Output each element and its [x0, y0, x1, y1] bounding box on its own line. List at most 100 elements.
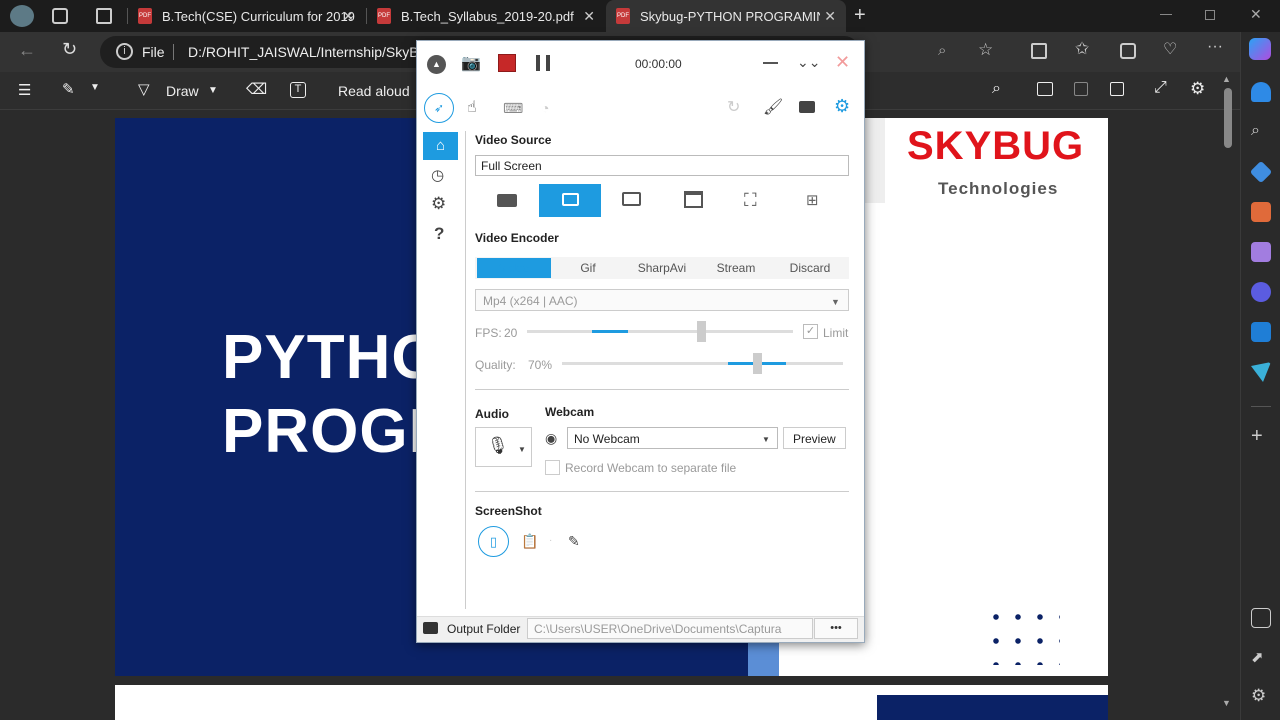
scroll-down-icon[interactable]: ▼: [1222, 698, 1231, 708]
close-tab-icon[interactable]: ✕: [824, 8, 836, 25]
expand-icon[interactable]: ⤢: [1154, 79, 1167, 97]
source-game-button[interactable]: ⊞: [806, 192, 819, 210]
new-tab-icon[interactable]: +: [854, 4, 866, 27]
more-menu-icon[interactable]: ···: [1207, 38, 1223, 56]
search-icon[interactable]: ⌕: [992, 80, 1001, 98]
encoder-tab-gif[interactable]: Gif: [551, 258, 625, 278]
info-icon[interactable]: i: [116, 43, 133, 60]
tab-skybug[interactable]: PDF Skybug-PYTHON PROGRAMING ✕: [606, 0, 846, 32]
settings-icon[interactable]: ⚙: [834, 97, 850, 115]
encoder-tab-sharpavi[interactable]: SharpAvi: [625, 258, 699, 278]
text-box-icon[interactable]: T: [290, 82, 306, 98]
limit-checkbox[interactable]: ✓: [803, 324, 818, 339]
fps-slider-fill: [592, 330, 628, 333]
quality-slider-track[interactable]: [562, 362, 843, 365]
eraser-icon[interactable]: ⌫: [246, 80, 267, 98]
source-window-button[interactable]: [684, 191, 703, 208]
settings-icon[interactable]: ⚙: [431, 195, 446, 213]
scroll-up-icon[interactable]: ▲: [1222, 74, 1231, 84]
minimize-icon[interactable]: [763, 62, 778, 64]
collections-icon[interactable]: [1120, 43, 1136, 59]
m365-icon[interactable]: [1251, 282, 1271, 302]
output-more-button[interactable]: •••: [814, 618, 858, 639]
health-icon[interactable]: ♡: [1163, 39, 1177, 59]
highlight-icon[interactable]: ✎: [62, 80, 75, 98]
settings-icon[interactable]: ⚙: [1190, 79, 1205, 99]
draw-label[interactable]: Draw: [166, 83, 199, 99]
tab-curriculum[interactable]: PDF B.Tech(CSE) Curriculum for 2019 ✕: [128, 0, 364, 32]
collapse-icon[interactable]: ▲: [427, 55, 446, 74]
sidebar-toggle-icon[interactable]: [1251, 608, 1271, 628]
external-link-icon[interactable]: ⬈: [1251, 648, 1271, 668]
minimize-window-icon[interactable]: [1160, 14, 1172, 15]
outlook-icon[interactable]: [1251, 322, 1271, 342]
search-icon[interactable]: ⌕: [1251, 122, 1271, 142]
copilot-icon[interactable]: [1249, 38, 1271, 60]
refresh-icon[interactable]: ↻: [62, 39, 77, 60]
quality-slider-thumb[interactable]: [753, 353, 762, 374]
edit-icon[interactable]: ✎: [568, 532, 580, 550]
camera-icon[interactable]: 📷: [461, 55, 481, 73]
encoder-tab-discard[interactable]: Discard: [773, 258, 847, 278]
workspaces-icon[interactable]: [52, 8, 68, 24]
fps-slider-thumb[interactable]: [697, 321, 706, 342]
settings-icon[interactable]: ⚙: [1251, 686, 1271, 706]
profile-avatar[interactable]: [10, 5, 34, 27]
notifications-icon[interactable]: [1251, 82, 1271, 102]
refresh-icon[interactable]: ↻: [727, 99, 740, 117]
print-icon[interactable]: [1037, 82, 1053, 96]
contents-icon[interactable]: ☰: [18, 81, 31, 99]
separate-file-checkbox[interactable]: [545, 460, 560, 475]
games-icon[interactable]: [1251, 242, 1271, 262]
help-icon[interactable]: ?: [434, 225, 444, 243]
source-monitor-button[interactable]: [622, 192, 641, 206]
page-title-line2: PROGI: [222, 397, 427, 466]
output-folder-label[interactable]: Output Folder: [447, 622, 520, 636]
screenshot-file-button[interactable]: ▯: [478, 526, 509, 557]
tab-actions-icon[interactable]: [96, 8, 112, 24]
url-text[interactable]: D:/ROHIT_JAISWAL/Internship/SkyBu: [188, 44, 426, 60]
favorites-icon[interactable]: ✩: [1075, 39, 1089, 59]
click-hand-icon[interactable]: ☝: [467, 99, 477, 117]
fps-slider-track[interactable]: [527, 330, 793, 333]
close-window-icon[interactable]: ✕: [1250, 6, 1262, 23]
close-tab-icon[interactable]: ✕: [342, 8, 354, 25]
chevron-down-icon[interactable]: ▼: [90, 82, 100, 93]
history-icon[interactable]: ◷: [431, 167, 444, 185]
shopping-icon[interactable]: [1249, 160, 1273, 184]
source-webcam-button[interactable]: [497, 194, 517, 207]
chevron-down-icon[interactable]: ▼: [762, 431, 770, 449]
close-icon[interactable]: ✕: [835, 53, 850, 71]
chevron-down-icon[interactable]: ▼: [831, 293, 840, 311]
keyboard-icon[interactable]: ⌨: [503, 99, 523, 117]
scrollbar[interactable]: [1224, 88, 1232, 148]
chevron-down-icon[interactable]: ▼: [208, 85, 218, 96]
chevron-double-down-icon[interactable]: ⌄⌄: [797, 53, 820, 71]
output-folder-icon[interactable]: [423, 622, 438, 634]
clipboard-icon[interactable]: 📋: [521, 532, 538, 550]
folder-icon[interactable]: [799, 101, 815, 113]
drop-icon[interactable]: [1251, 362, 1271, 382]
encoder-tab-stream[interactable]: Stream: [699, 258, 773, 278]
add-icon[interactable]: +: [1251, 426, 1271, 446]
cursor-toggle[interactable]: ➶: [424, 93, 454, 123]
mouse-icon[interactable]: ◔: [541, 99, 549, 117]
encoder-tab-video[interactable]: Video: [477, 258, 551, 278]
record-button[interactable]: [498, 54, 516, 72]
split-screen-icon[interactable]: [1031, 43, 1047, 59]
tab-syllabus[interactable]: PDF B.Tech_Syllabus_2019-20.pdf ✕: [367, 0, 605, 32]
restore-window-icon[interactable]: [1205, 10, 1215, 20]
save-as-icon[interactable]: [1110, 82, 1124, 96]
zoom-icon[interactable]: ⌕: [938, 42, 946, 59]
tools-icon[interactable]: [1251, 202, 1271, 222]
save-icon[interactable]: [1074, 82, 1088, 96]
pause-button[interactable]: [536, 55, 550, 71]
back-icon[interactable]: ←: [18, 40, 36, 61]
draw-icon[interactable]: ▽: [138, 80, 150, 98]
read-aloud-button[interactable]: Read aloud: [338, 83, 410, 99]
brush-icon[interactable]: 🖌: [763, 99, 783, 117]
source-region-button[interactable]: ⛶: [744, 191, 757, 209]
favorite-icon[interactable]: ☆: [978, 40, 993, 60]
home-tab[interactable]: ⌂: [423, 132, 458, 160]
close-tab-icon[interactable]: ✕: [583, 8, 595, 25]
